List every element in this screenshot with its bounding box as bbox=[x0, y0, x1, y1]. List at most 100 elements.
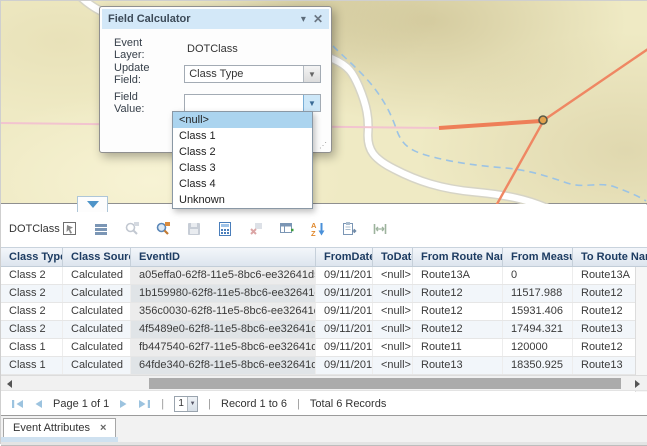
column-header[interactable]: Class Source bbox=[63, 248, 131, 266]
vertical-scrollbar[interactable] bbox=[635, 267, 647, 392]
scroll-right-icon[interactable] bbox=[635, 380, 640, 388]
page-number-value: 1 bbox=[175, 398, 187, 409]
zoom-to-selection-icon[interactable] bbox=[123, 221, 140, 238]
resize-grip[interactable]: ⋰ bbox=[319, 141, 328, 150]
field-calculator-icon[interactable] bbox=[216, 221, 233, 238]
delete-selected-icon[interactable] bbox=[247, 221, 264, 238]
dropdown-option[interactable]: Class 3 bbox=[173, 160, 312, 176]
chevron-down-icon[interactable]: ▼ bbox=[303, 95, 320, 111]
column-header[interactable]: EventID bbox=[131, 248, 316, 266]
scroll-left-icon[interactable] bbox=[7, 380, 12, 388]
route-orange-selected-segment bbox=[439, 121, 541, 128]
table-cell: Class 2 bbox=[1, 267, 63, 284]
table-cell: Calculated bbox=[63, 357, 131, 374]
dropdown-option[interactable]: Class 1 bbox=[173, 128, 312, 144]
event-layer-label: Event Layer: bbox=[114, 37, 173, 61]
bottom-tab-bar: Event Attributes × bbox=[1, 415, 647, 445]
total-records-text: Total 6 Records bbox=[310, 398, 386, 410]
dropdown-option[interactable]: <null> bbox=[173, 112, 312, 128]
tab-label: Event Attributes bbox=[13, 422, 90, 434]
table-cell: <null> bbox=[373, 285, 413, 302]
table-row[interactable]: Class 2Calculateda05effa0-62f8-11e5-8bc6… bbox=[1, 267, 647, 285]
column-header[interactable]: FromDate bbox=[316, 248, 373, 266]
table-toolbar: DOTClass AZ bbox=[1, 212, 647, 246]
field-value-dropdown-list: <null>Class 1Class 2Class 3Class 4Unknow… bbox=[172, 111, 313, 209]
table-cell: Route13 bbox=[413, 357, 503, 374]
table-cell: 64fde340-62f8-11e5-8bc6-ee32641d5ec9 bbox=[131, 357, 316, 374]
zoom-to-events-icon[interactable] bbox=[154, 221, 171, 238]
fit-columns-icon[interactable] bbox=[371, 221, 388, 238]
layer-name-label: DOTClass bbox=[9, 223, 61, 235]
table-cell: 1b159980-62f8-11e5-8bc6-ee32641d5ec9 bbox=[131, 285, 316, 302]
field-value-label: Field Value: bbox=[114, 91, 171, 115]
table-cell: 17494.321 bbox=[503, 321, 573, 338]
dialog-close-icon[interactable]: ✕ bbox=[313, 12, 323, 26]
chevron-down-icon bbox=[87, 201, 99, 208]
route-orange-line bbox=[492, 49, 647, 204]
table-cell: <null> bbox=[373, 303, 413, 320]
column-header[interactable]: From Measure bbox=[503, 248, 573, 266]
table-cell: Class 2 bbox=[1, 285, 63, 302]
select-records-icon[interactable] bbox=[61, 221, 78, 238]
table-cell: <null> bbox=[373, 339, 413, 356]
table-cell: Route11 bbox=[413, 339, 503, 356]
table-header-row: Class TypeClass SourceEventIDFromDateToD… bbox=[1, 248, 647, 267]
field-value-combo[interactable]: ▼ bbox=[184, 94, 321, 112]
event-layer-value: DOTClass bbox=[173, 43, 238, 55]
table-cell: 09/11/2015 bbox=[316, 285, 373, 302]
column-header[interactable]: Class Type bbox=[1, 248, 63, 266]
table-cell: Calculated bbox=[63, 339, 131, 356]
append-events-icon[interactable] bbox=[278, 221, 295, 238]
column-header[interactable]: To Route Name bbox=[573, 248, 647, 266]
scrollbar-thumb[interactable] bbox=[149, 378, 621, 389]
table-cell: Class 2 bbox=[1, 303, 63, 320]
column-header[interactable]: From Route Name bbox=[413, 248, 503, 266]
table-cell: Route13A bbox=[413, 267, 503, 284]
tab-event-attributes[interactable]: Event Attributes × bbox=[3, 418, 116, 437]
table-cell: Route12 bbox=[413, 303, 503, 320]
show-selected-records-icon[interactable] bbox=[92, 221, 109, 238]
chevron-down-icon[interactable]: ▼ bbox=[187, 397, 197, 411]
table-cell: Class 1 bbox=[1, 357, 63, 374]
collapse-panel-button[interactable] bbox=[77, 196, 108, 212]
pagination-bar: Page 1 of 1 | 1 ▼ | Record 1 to 6 | Tota… bbox=[1, 392, 647, 415]
save-icon[interactable] bbox=[185, 221, 202, 238]
dialog-titlebar[interactable]: Field Calculator ▾ ✕ bbox=[102, 9, 329, 29]
page-number-select[interactable]: 1 ▼ bbox=[174, 396, 198, 412]
table-cell: 15931.406 bbox=[503, 303, 573, 320]
close-icon[interactable]: × bbox=[100, 422, 106, 434]
dialog-minimize-icon[interactable]: ▾ bbox=[301, 14, 306, 25]
table-cell: Calculated bbox=[63, 303, 131, 320]
first-page-button[interactable] bbox=[11, 399, 24, 409]
column-header[interactable]: ToDate bbox=[373, 248, 413, 266]
table-row[interactable]: Class 2Calculated356c0030-62f8-11e5-8bc6… bbox=[1, 303, 647, 321]
dialog-title: Field Calculator bbox=[108, 13, 294, 25]
table-cell: Route12 bbox=[413, 321, 503, 338]
table-row[interactable]: Class 1Calculated64fde340-62f8-11e5-8bc6… bbox=[1, 357, 647, 375]
update-field-combo[interactable]: Class Type ▼ bbox=[184, 65, 321, 83]
chevron-down-icon[interactable]: ▼ bbox=[303, 66, 320, 82]
update-field-value: Class Type bbox=[185, 68, 303, 80]
table-row[interactable]: Class 1Calculatedfb447540-62f7-11e5-8bc6… bbox=[1, 339, 647, 357]
dropdown-option[interactable]: Class 4 bbox=[173, 176, 312, 192]
table-cell: 09/11/2015 bbox=[316, 321, 373, 338]
copy-attributes-icon[interactable] bbox=[340, 221, 357, 238]
separator: | bbox=[208, 398, 211, 410]
next-page-button[interactable] bbox=[119, 399, 128, 409]
table-cell: 4f5489e0-62f8-11e5-8bc6-ee32641d5ec9 bbox=[131, 321, 316, 338]
dropdown-option[interactable]: Unknown bbox=[173, 192, 312, 208]
table-cell: 09/11/2015 bbox=[316, 267, 373, 284]
table-row[interactable]: Class 2Calculated4f5489e0-62f8-11e5-8bc6… bbox=[1, 321, 647, 339]
table-cell: <null> bbox=[373, 357, 413, 374]
table-cell: a05effa0-62f8-11e5-8bc6-ee32641d5ec9 bbox=[131, 267, 316, 284]
dropdown-option[interactable]: Class 2 bbox=[173, 144, 312, 160]
last-page-button[interactable] bbox=[138, 399, 151, 409]
event-attributes-panel: DOTClass AZ bbox=[1, 205, 647, 415]
app-window: { "dialog": { "title": "Field Calculator… bbox=[0, 0, 647, 444]
sort-icon[interactable]: AZ bbox=[309, 221, 326, 238]
previous-page-button[interactable] bbox=[34, 399, 43, 409]
table-row[interactable]: Class 2Calculated1b159980-62f8-11e5-8bc6… bbox=[1, 285, 647, 303]
table-cell: <null> bbox=[373, 321, 413, 338]
table-cell: 120000 bbox=[503, 339, 573, 356]
horizontal-scrollbar[interactable] bbox=[1, 375, 647, 391]
